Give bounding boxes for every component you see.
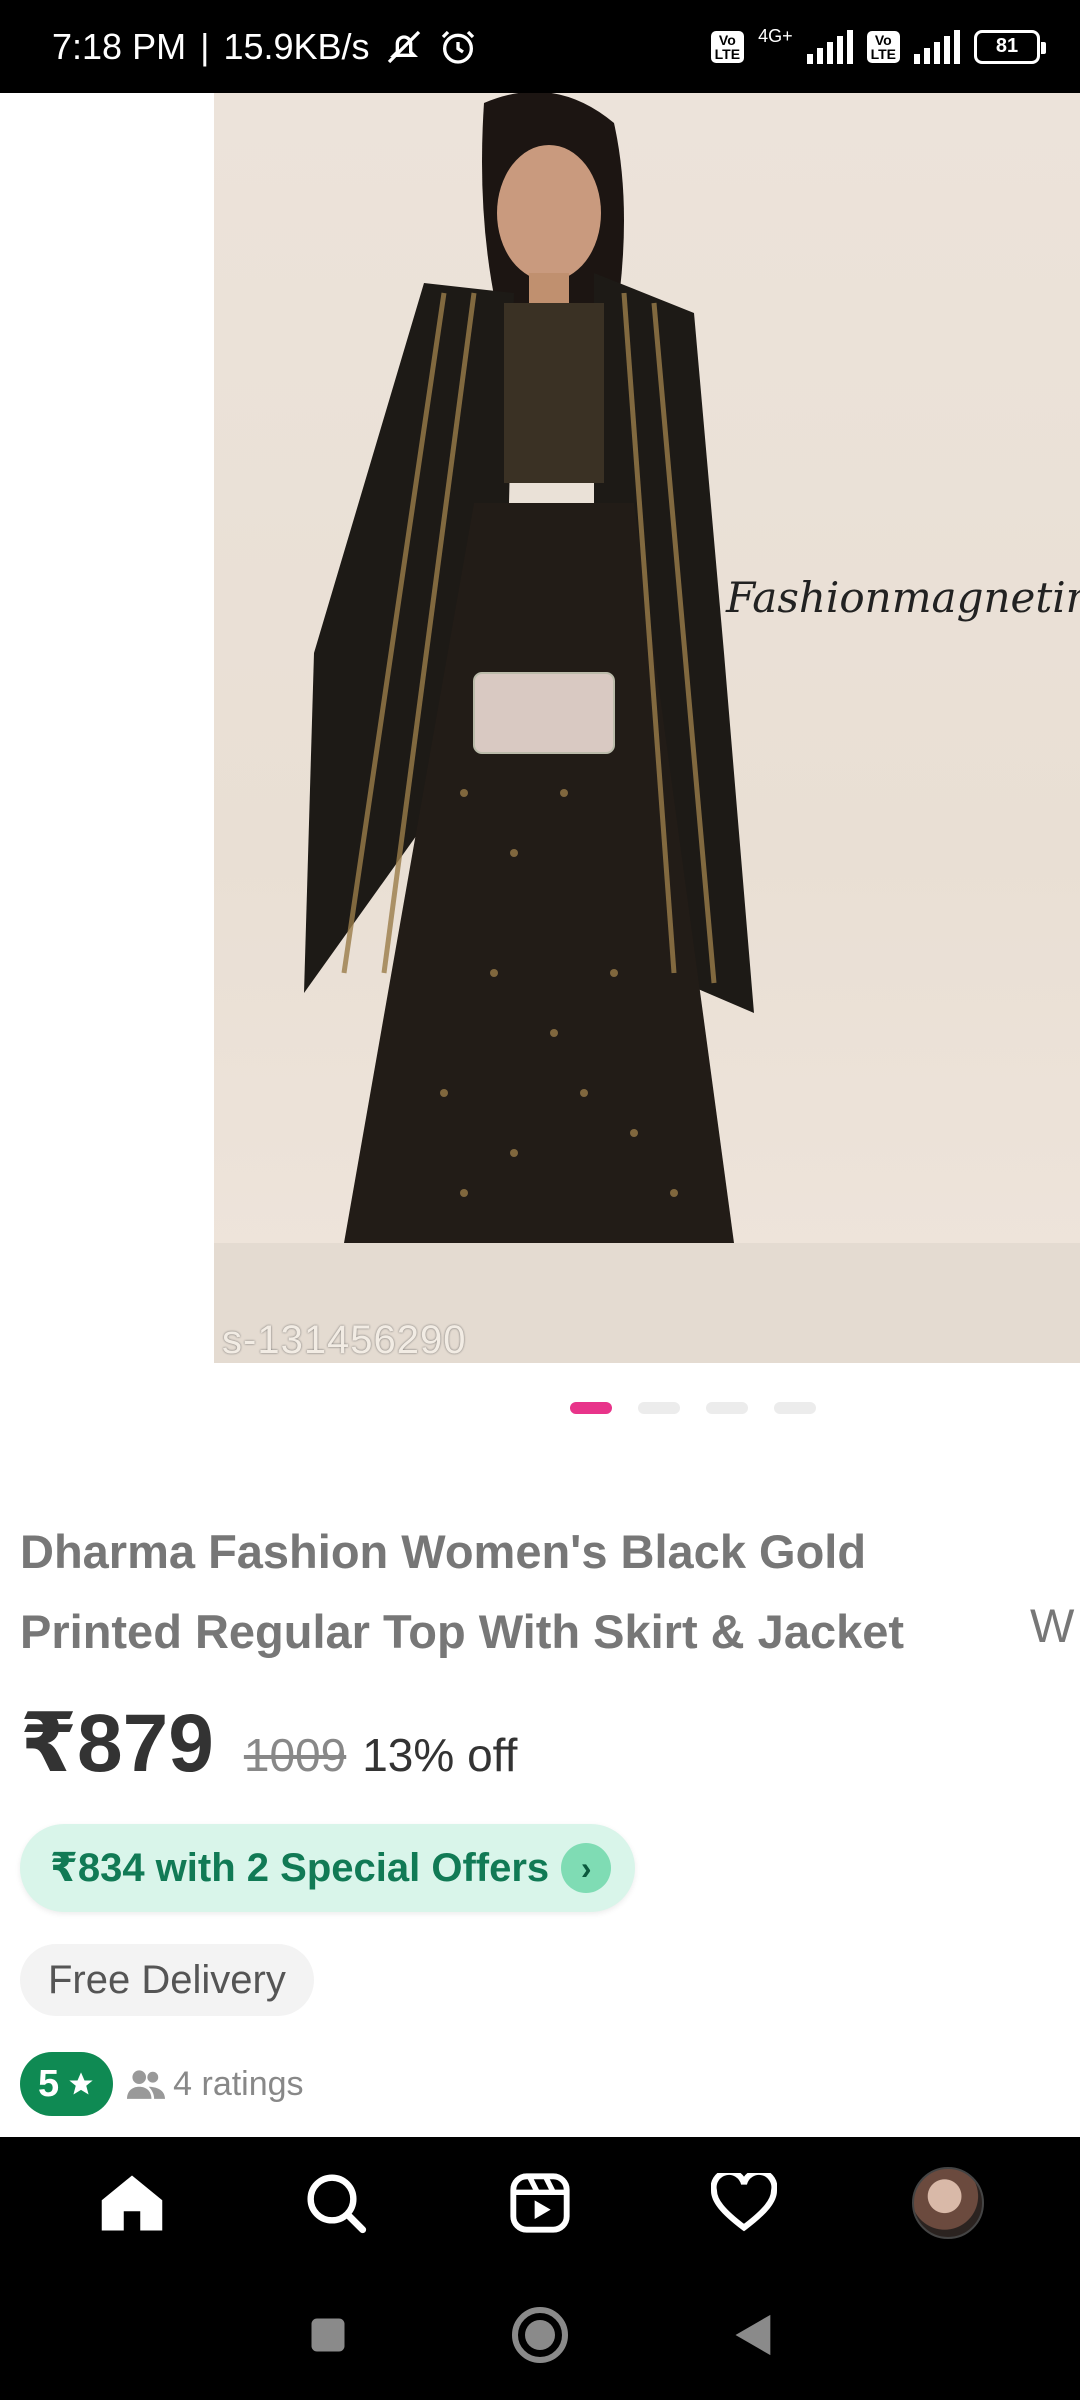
- carousel-dot: [706, 1402, 748, 1414]
- price-row: ₹879 1009 13% off: [20, 1696, 517, 1791]
- carousel-indicator: [570, 1402, 816, 1414]
- reels-icon: [510, 2173, 570, 2233]
- profile-avatar: [912, 2167, 984, 2239]
- star-icon: [69, 2072, 93, 2095]
- next-product-peek[interactable]: W: [1030, 1598, 1074, 1653]
- special-offers-label: ₹834 with 2 Special Offers: [50, 1846, 550, 1890]
- recents-square-icon[interactable]: [306, 2313, 350, 2357]
- nav-reels[interactable]: [485, 2148, 595, 2258]
- mrp-price: 1009: [243, 1729, 347, 1781]
- status-bar: 7:18 PM | 15.9KB/s Vo LTE 4G+ Vo LTE 81: [0, 0, 1080, 93]
- carousel-dot: [638, 1402, 680, 1414]
- product-title: Dharma Fashion Women's Black Gold Printe…: [20, 1525, 905, 1658]
- special-offers-button[interactable]: ₹834 with 2 Special Offers ›: [20, 1824, 636, 1912]
- product-photo[interactable]: Fashionmagnetindi s-131456290: [214, 93, 1080, 1363]
- alarm-icon: [441, 30, 474, 64]
- rating-row[interactable]: 5 4 ratings: [20, 2052, 304, 2116]
- nav-profile[interactable]: [893, 2148, 1003, 2258]
- selling-price: ₹879: [20, 1698, 214, 1789]
- free-delivery-badge: Free Delivery: [20, 1944, 314, 2016]
- battery-level: 81: [995, 35, 1019, 57]
- bottom-nav: [0, 2137, 1080, 2269]
- ratings-count-label: 4 ratings: [173, 2064, 304, 2103]
- heart-icon: [711, 2173, 777, 2232]
- product-image-carousel[interactable]: Fashionmagnetindi s-131456290: [0, 93, 1080, 1363]
- home-icon: [101, 2175, 163, 2231]
- model-illustration: [214, 93, 1080, 1363]
- network-speed: 15.9KB/s: [223, 25, 370, 67]
- volte-icon: Vo LTE: [710, 30, 745, 63]
- rating-badge: 5: [20, 2052, 114, 2116]
- carousel-dot-active: [570, 1402, 612, 1414]
- image-watermark-brand: Fashionmagnetindi: [726, 573, 1080, 622]
- back-triangle-icon[interactable]: [730, 2311, 774, 2359]
- signal-icon-2: [914, 29, 960, 64]
- signal-icon: [806, 29, 853, 64]
- system-nav-bar: [0, 2269, 1080, 2400]
- status-time: 7:18 PM: [52, 25, 187, 67]
- users-icon: [127, 2070, 166, 2099]
- mute-icon: [387, 30, 420, 63]
- status-right: Vo LTE 4G+ Vo LTE 81: [710, 0, 1046, 93]
- volte-icon-2: Vo LTE: [866, 30, 900, 63]
- discount-label: 13% off: [362, 1729, 518, 1781]
- status-left: 7:18 PM | 15.9KB/s: [52, 0, 478, 93]
- nav-wishlist[interactable]: [689, 2148, 799, 2258]
- battery-icon: 81: [974, 29, 1046, 64]
- ratings-count: 4 ratings: [127, 2064, 304, 2104]
- image-code-watermark: s-131456290: [222, 1318, 467, 1362]
- network-type: 4G+: [758, 26, 793, 46]
- chevron-right-icon: ›: [561, 1843, 612, 1893]
- search-icon: [307, 2174, 367, 2234]
- home-circle-icon[interactable]: [510, 2305, 570, 2365]
- rating-value: 5: [38, 2062, 60, 2105]
- nav-search[interactable]: [281, 2148, 391, 2258]
- nav-home[interactable]: [77, 2148, 187, 2258]
- carousel-dot: [774, 1402, 816, 1414]
